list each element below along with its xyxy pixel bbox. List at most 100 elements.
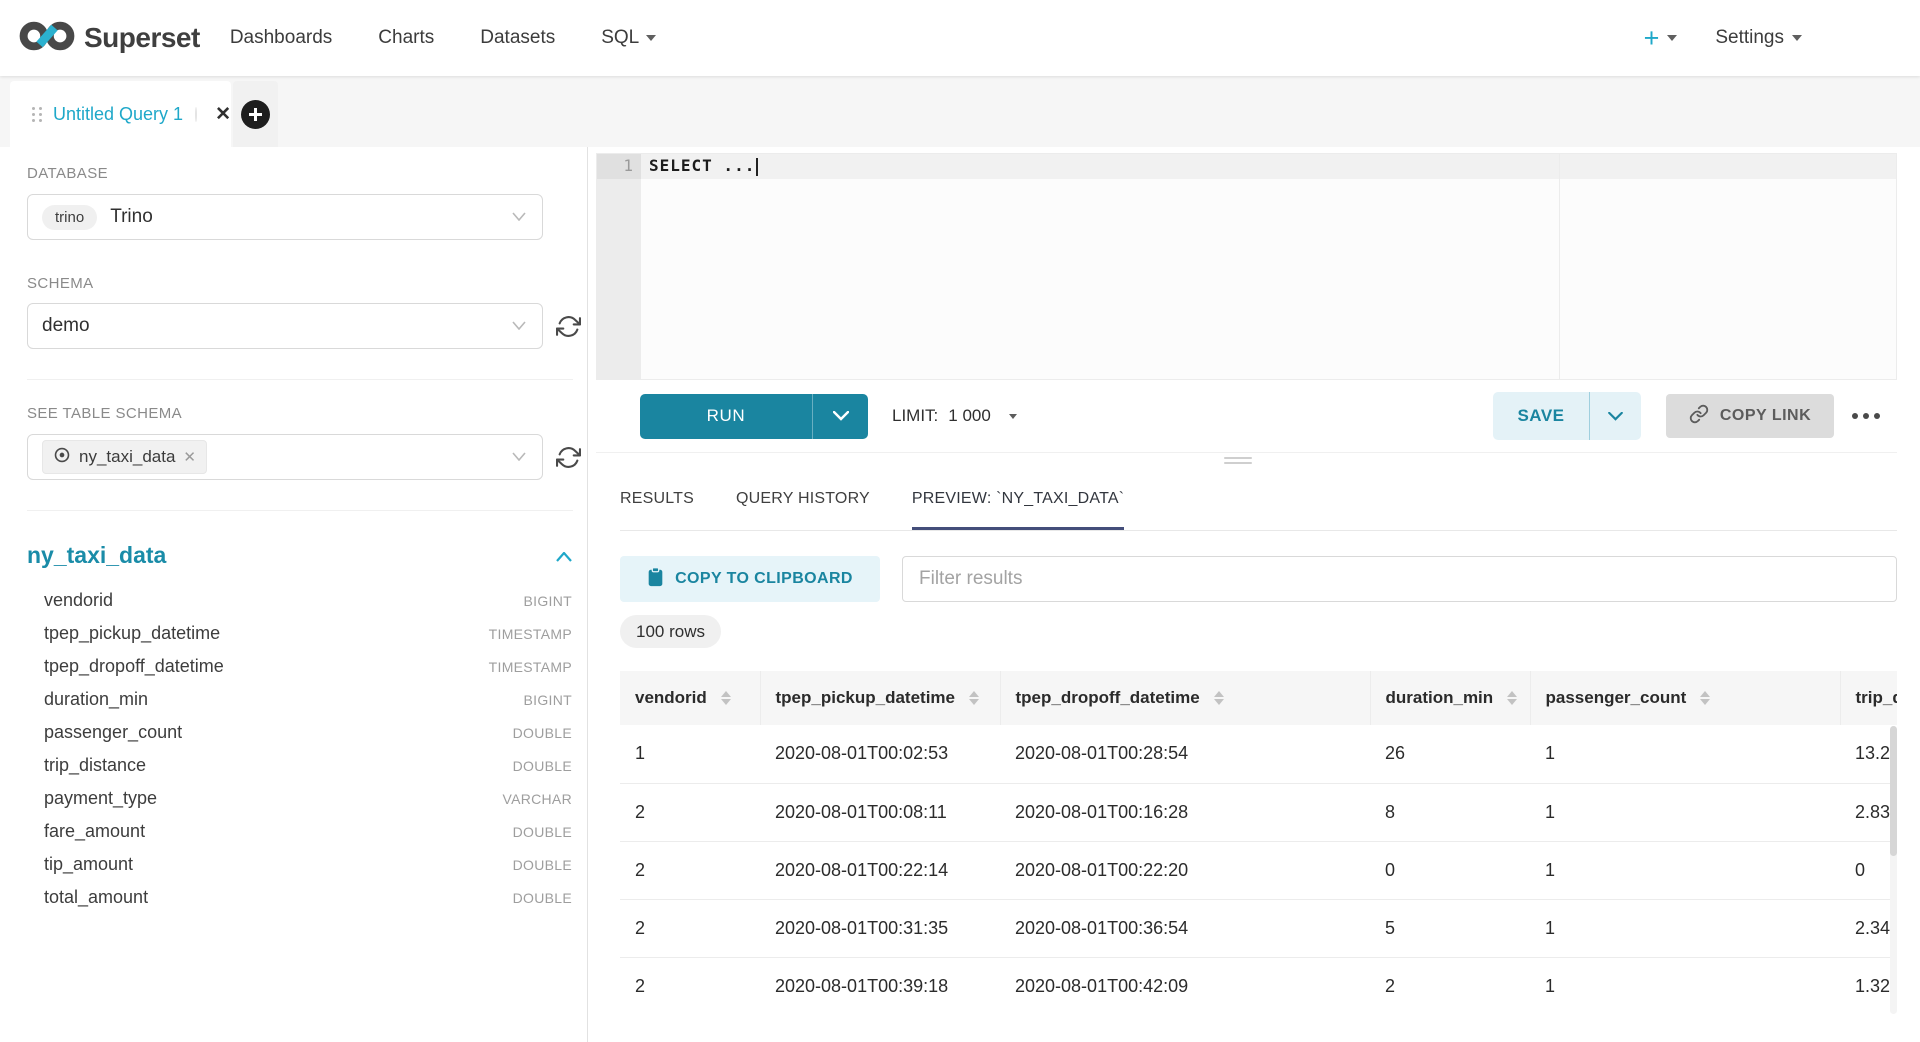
close-tab-icon[interactable]: ✕: [215, 103, 231, 126]
tab-query-history[interactable]: QUERY HISTORY: [736, 470, 870, 530]
grid-header-vendorid[interactable]: vendorid: [620, 671, 760, 725]
column-name: tpep_pickup_datetime: [44, 623, 220, 644]
results-grid: vendorid tpep_pickup_datetime tpep_dropo…: [620, 671, 1897, 1014]
sort-icon[interactable]: [1507, 691, 1517, 705]
column-row: trip_distance DOUBLE: [44, 749, 572, 782]
sort-icon[interactable]: [1700, 691, 1710, 705]
grid-cell: 2020-08-01T00:22:20: [1000, 841, 1370, 899]
superset-logo[interactable]: Superset: [18, 17, 200, 60]
database-select[interactable]: trino Trino: [27, 194, 543, 240]
table-chip[interactable]: ny_taxi_data ✕: [42, 440, 207, 474]
sql-editor[interactable]: 1 SELECT ...: [596, 153, 1897, 380]
copy-to-clipboard-label: COPY TO CLIPBOARD: [675, 570, 853, 588]
limit-label: LIMIT:: [892, 406, 938, 426]
chevron-down-icon: [646, 35, 656, 41]
line-number: 1: [597, 156, 633, 175]
eye-icon: [53, 446, 71, 469]
grid-row: 2 2020-08-01T00:39:18 2020-08-01T00:42:0…: [620, 957, 1897, 1014]
drag-handle-icon[interactable]: [32, 107, 43, 122]
column-type: BIGINT: [524, 692, 572, 708]
grid-scrollbar[interactable]: [1890, 726, 1897, 1014]
database-backend-badge: trino: [42, 205, 97, 230]
remove-table-icon[interactable]: ✕: [183, 448, 196, 466]
panel-resize-handle[interactable]: [1224, 457, 1252, 467]
column-name: duration_min: [44, 689, 148, 710]
database-value: Trino: [110, 206, 153, 228]
new-item-menu[interactable]: +: [1644, 25, 1678, 52]
table-schema-title[interactable]: ny_taxi_data: [27, 542, 166, 569]
grid-cell: 0: [1840, 841, 1897, 899]
chevron-down-icon: [1608, 412, 1623, 421]
column-type: DOUBLE: [513, 857, 572, 873]
tab-preview[interactable]: PREVIEW: `NY_TAXI_DATA`: [912, 470, 1124, 530]
column-row: payment_type VARCHAR: [44, 782, 572, 815]
refresh-table-icon[interactable]: [553, 442, 583, 472]
settings-menu[interactable]: Settings: [1715, 27, 1802, 49]
settings-label: Settings: [1715, 27, 1784, 49]
chevron-up-icon[interactable]: [556, 549, 572, 567]
copy-to-clipboard-button[interactable]: COPY TO CLIPBOARD: [620, 556, 880, 602]
grid-cell: 2020-08-01T00:42:09: [1000, 957, 1370, 1014]
save-button[interactable]: SAVE: [1493, 392, 1589, 440]
column-type: DOUBLE: [513, 758, 572, 774]
chevron-down-icon: [512, 448, 526, 466]
sort-icon[interactable]: [721, 691, 731, 705]
chevron-down-icon: [1667, 35, 1677, 41]
column-row: tip_amount DOUBLE: [44, 848, 572, 881]
editor-print-margin: [1559, 154, 1560, 379]
run-options-button[interactable]: [812, 394, 868, 439]
run-button-group: RUN: [640, 394, 868, 439]
results-tab-bar: RESULTS QUERY HISTORY PREVIEW: `NY_TAXI_…: [620, 470, 1897, 531]
column-name: tip_amount: [44, 854, 133, 875]
run-button[interactable]: RUN: [640, 394, 812, 439]
add-tab-button[interactable]: [233, 81, 278, 147]
see-table-schema-label: SEE TABLE SCHEMA: [27, 405, 182, 422]
column-type: TIMESTAMP: [489, 659, 572, 675]
grid-header-dropoff[interactable]: tpep_dropoff_datetime: [1000, 671, 1370, 725]
query-tab-title: Untitled Query 1: [53, 104, 183, 125]
grid-cell: 2020-08-01T00:36:54: [1000, 899, 1370, 957]
grid-cell: 2: [620, 783, 760, 841]
nav-datasets[interactable]: Datasets: [480, 27, 555, 49]
sort-icon[interactable]: [1214, 691, 1224, 705]
main-nav: Dashboards Charts Datasets SQL: [230, 27, 656, 49]
nav-dashboards[interactable]: Dashboards: [230, 27, 332, 49]
grid-cell: 1: [1530, 957, 1840, 1014]
grid-header-passenger[interactable]: passenger_count: [1530, 671, 1840, 725]
sql-code-line[interactable]: SELECT ...: [649, 156, 758, 176]
grid-header-pickup[interactable]: tpep_pickup_datetime: [760, 671, 1000, 725]
chevron-down-icon: [1792, 35, 1802, 41]
query-tab[interactable]: Untitled Query 1 ✕: [10, 81, 231, 147]
schema-select[interactable]: demo: [27, 303, 543, 349]
limit-value: 1 000: [948, 406, 991, 426]
save-options-button[interactable]: [1589, 392, 1641, 440]
editor-gutter: [597, 154, 641, 379]
grid-header-trip-distance[interactable]: trip_distance: [1840, 671, 1897, 725]
refresh-schema-icon[interactable]: [553, 311, 583, 341]
grid-cell: 2: [620, 841, 760, 899]
limit-dropdown[interactable]: LIMIT: 1 000: [892, 406, 1017, 426]
grid-cell: 2020-08-01T00:08:11: [760, 783, 1000, 841]
tab-results[interactable]: RESULTS: [620, 470, 694, 530]
chevron-down-icon: [1009, 414, 1017, 419]
superset-infinity-icon: [18, 17, 76, 60]
column-row: total_amount DOUBLE: [44, 881, 572, 914]
topnav-right: + Settings: [1644, 25, 1802, 52]
column-type: DOUBLE: [513, 725, 572, 741]
grid-cell: 2: [620, 899, 760, 957]
grid-header-duration[interactable]: duration_min: [1370, 671, 1530, 725]
more-actions-icon[interactable]: [1852, 413, 1880, 419]
filter-results-input[interactable]: [902, 556, 1897, 602]
column-name: trip_distance: [44, 755, 146, 776]
nav-charts[interactable]: Charts: [378, 27, 434, 49]
copy-link-button[interactable]: COPY LINK: [1666, 394, 1834, 438]
table-schema-select[interactable]: ny_taxi_data ✕: [27, 434, 543, 480]
grid-cell: 2020-08-01T00:22:14: [760, 841, 1000, 899]
sqllab-sidebar: DATABASE trino Trino SCHEMA demo SEE TAB…: [0, 147, 588, 1042]
sort-icon[interactable]: [969, 691, 979, 705]
column-row: duration_min BIGINT: [44, 683, 572, 716]
nav-sql[interactable]: SQL: [601, 27, 656, 49]
grid-header-row: vendorid tpep_pickup_datetime tpep_dropo…: [620, 671, 1897, 725]
grid-cell: 2: [620, 957, 760, 1014]
nav-sql-label: SQL: [601, 27, 639, 49]
